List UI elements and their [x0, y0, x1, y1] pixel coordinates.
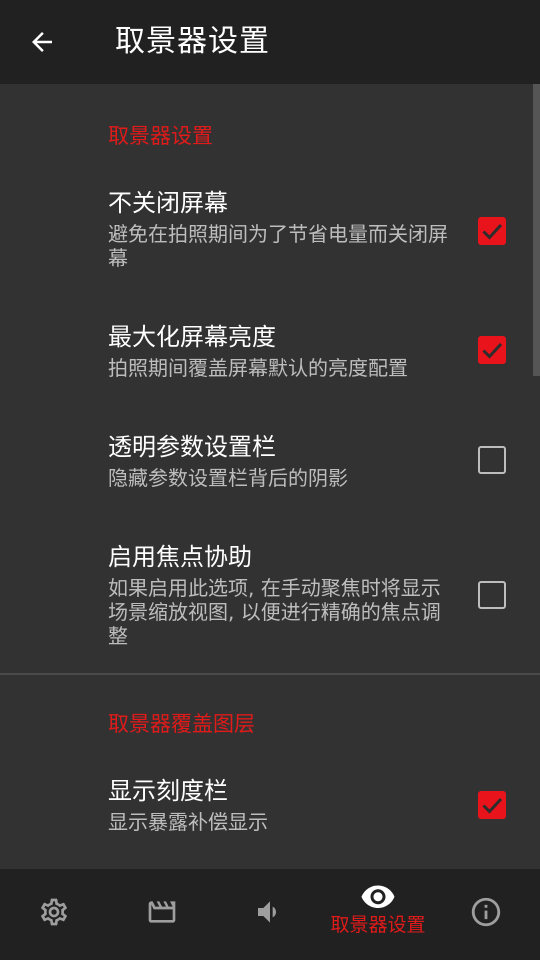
pref-keep-screen-on[interactable]: 不关闭屏幕 避免在拍照期间为了节省电量而关闭屏幕 [0, 187, 540, 287]
section-header-overlay: 取景器覆盖图层 [108, 712, 255, 736]
bottom-navigation: 取景器设置 [0, 869, 540, 960]
check-icon [482, 342, 503, 359]
settings-list[interactable]: 取景器设置 不关闭屏幕 避免在拍照期间为了节省电量而关闭屏幕 最大化屏幕亮度 拍… [0, 84, 540, 869]
back-button[interactable] [20, 20, 64, 64]
pref-summary: 显示暴露补偿显示 [108, 810, 268, 834]
nav-video-settings[interactable] [108, 869, 216, 960]
page-title: 取景器设置 [115, 24, 270, 59]
pref-title: 启用焦点协助 [108, 543, 252, 571]
nav-general-settings[interactable] [0, 869, 108, 960]
pref-title: 透明参数设置栏 [108, 433, 276, 461]
pref-summary: 隐藏参数设置栏背后的阴影 [108, 466, 348, 490]
pref-transparent-settings-bar[interactable]: 透明参数设置栏 隐藏参数设置栏背后的阴影 [0, 431, 540, 501]
pref-focus-assist[interactable]: 启用焦点协助 如果启用此选项, 在手动聚焦时将显示场景缩放视图, 以便进行精确的… [0, 541, 540, 651]
nav-sound-settings[interactable] [216, 869, 324, 960]
transparent-settings-bar-checkbox[interactable] [478, 446, 506, 474]
show-scale-bar-checkbox[interactable] [478, 791, 506, 819]
check-icon [482, 797, 503, 814]
pref-max-brightness[interactable]: 最大化屏幕亮度 拍照期间覆盖屏幕默认的亮度配置 [0, 321, 540, 391]
pref-summary: 避免在拍照期间为了节省电量而关闭屏幕 [108, 222, 448, 270]
pref-show-scale-bar[interactable]: 显示刻度栏 显示暴露补偿显示 [0, 775, 540, 845]
nav-viewfinder-settings[interactable]: 取景器设置 [324, 869, 432, 960]
eye-icon [361, 885, 395, 908]
volume-icon [258, 901, 276, 923]
focus-assist-checkbox[interactable] [478, 581, 506, 609]
max-brightness-checkbox[interactable] [478, 336, 506, 364]
info-icon [471, 897, 501, 927]
section-header-viewfinder: 取景器设置 [108, 124, 213, 148]
pref-summary: 拍照期间覆盖屏幕默认的亮度配置 [108, 356, 408, 380]
gear-icon [41, 898, 67, 926]
pref-summary: 如果启用此选项, 在手动聚焦时将显示场景缩放视图, 以便进行精确的焦点调整 [108, 576, 441, 648]
app-bar: 取景器设置 [0, 0, 540, 84]
pref-title: 显示刻度栏 [108, 777, 228, 805]
keep-screen-on-checkbox[interactable] [478, 217, 506, 245]
check-icon [482, 223, 503, 240]
nav-label-viewfinder: 取景器设置 [330, 914, 426, 936]
pref-title: 最大化屏幕亮度 [108, 323, 276, 351]
pref-title: 不关闭屏幕 [108, 189, 228, 217]
section-divider [0, 673, 540, 675]
nav-about[interactable] [432, 869, 540, 960]
clapperboard-icon [148, 901, 176, 923]
arrow-left-icon [32, 32, 52, 52]
